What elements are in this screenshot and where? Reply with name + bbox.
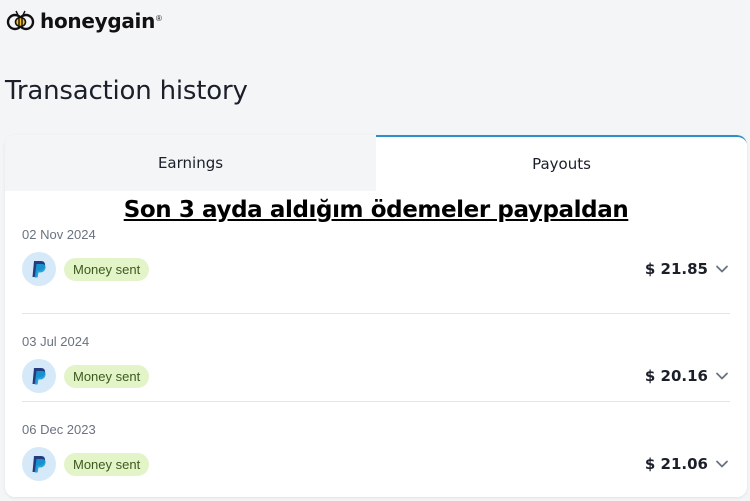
brand-logo[interactable]: honeygain ® (6, 9, 162, 33)
brand-name: honeygain (40, 9, 156, 33)
tab-earnings[interactable]: Earnings (5, 135, 376, 191)
transaction-date: 06 Dec 2023 (22, 422, 96, 437)
transaction-amount: $ 20.16 (644, 367, 708, 385)
transaction-date: 03 Jul 2024 (22, 334, 90, 349)
tab-payouts[interactable]: Payouts (376, 135, 747, 191)
trademark-mark: ® (156, 14, 162, 23)
status-badge: Money sent (64, 257, 150, 281)
paypal-icon (22, 447, 56, 481)
transaction-amount: $ 21.85 (644, 260, 708, 278)
transaction-item[interactable]: 06 Dec 2023 Money sent $ 21.06 (22, 401, 730, 489)
transaction-item[interactable]: 03 Jul 2024 Money sent $ 20.16 (22, 313, 730, 401)
chevron-down-icon[interactable] (714, 261, 730, 277)
paypal-icon (22, 252, 56, 286)
chevron-down-icon[interactable] (714, 368, 730, 384)
status-badge: Money sent (64, 452, 150, 476)
tab-bar: Earnings Payouts (5, 135, 747, 191)
page-title: Transaction history (5, 76, 248, 106)
transactions-card: Earnings Payouts Son 3 ayda aldığım ödem… (5, 135, 747, 497)
bee-icon (6, 10, 35, 31)
annotation-text: Son 3 ayda aldığım ödemeler paypaldan (123, 197, 629, 223)
transaction-date: 02 Nov 2024 (22, 227, 96, 242)
paypal-icon (22, 359, 56, 393)
transaction-amount: $ 21.06 (644, 455, 708, 473)
transaction-item[interactable]: 02 Nov 2024 Money sent $ 21.85 (22, 225, 730, 313)
chevron-down-icon[interactable] (714, 456, 730, 472)
status-badge: Money sent (64, 364, 150, 388)
